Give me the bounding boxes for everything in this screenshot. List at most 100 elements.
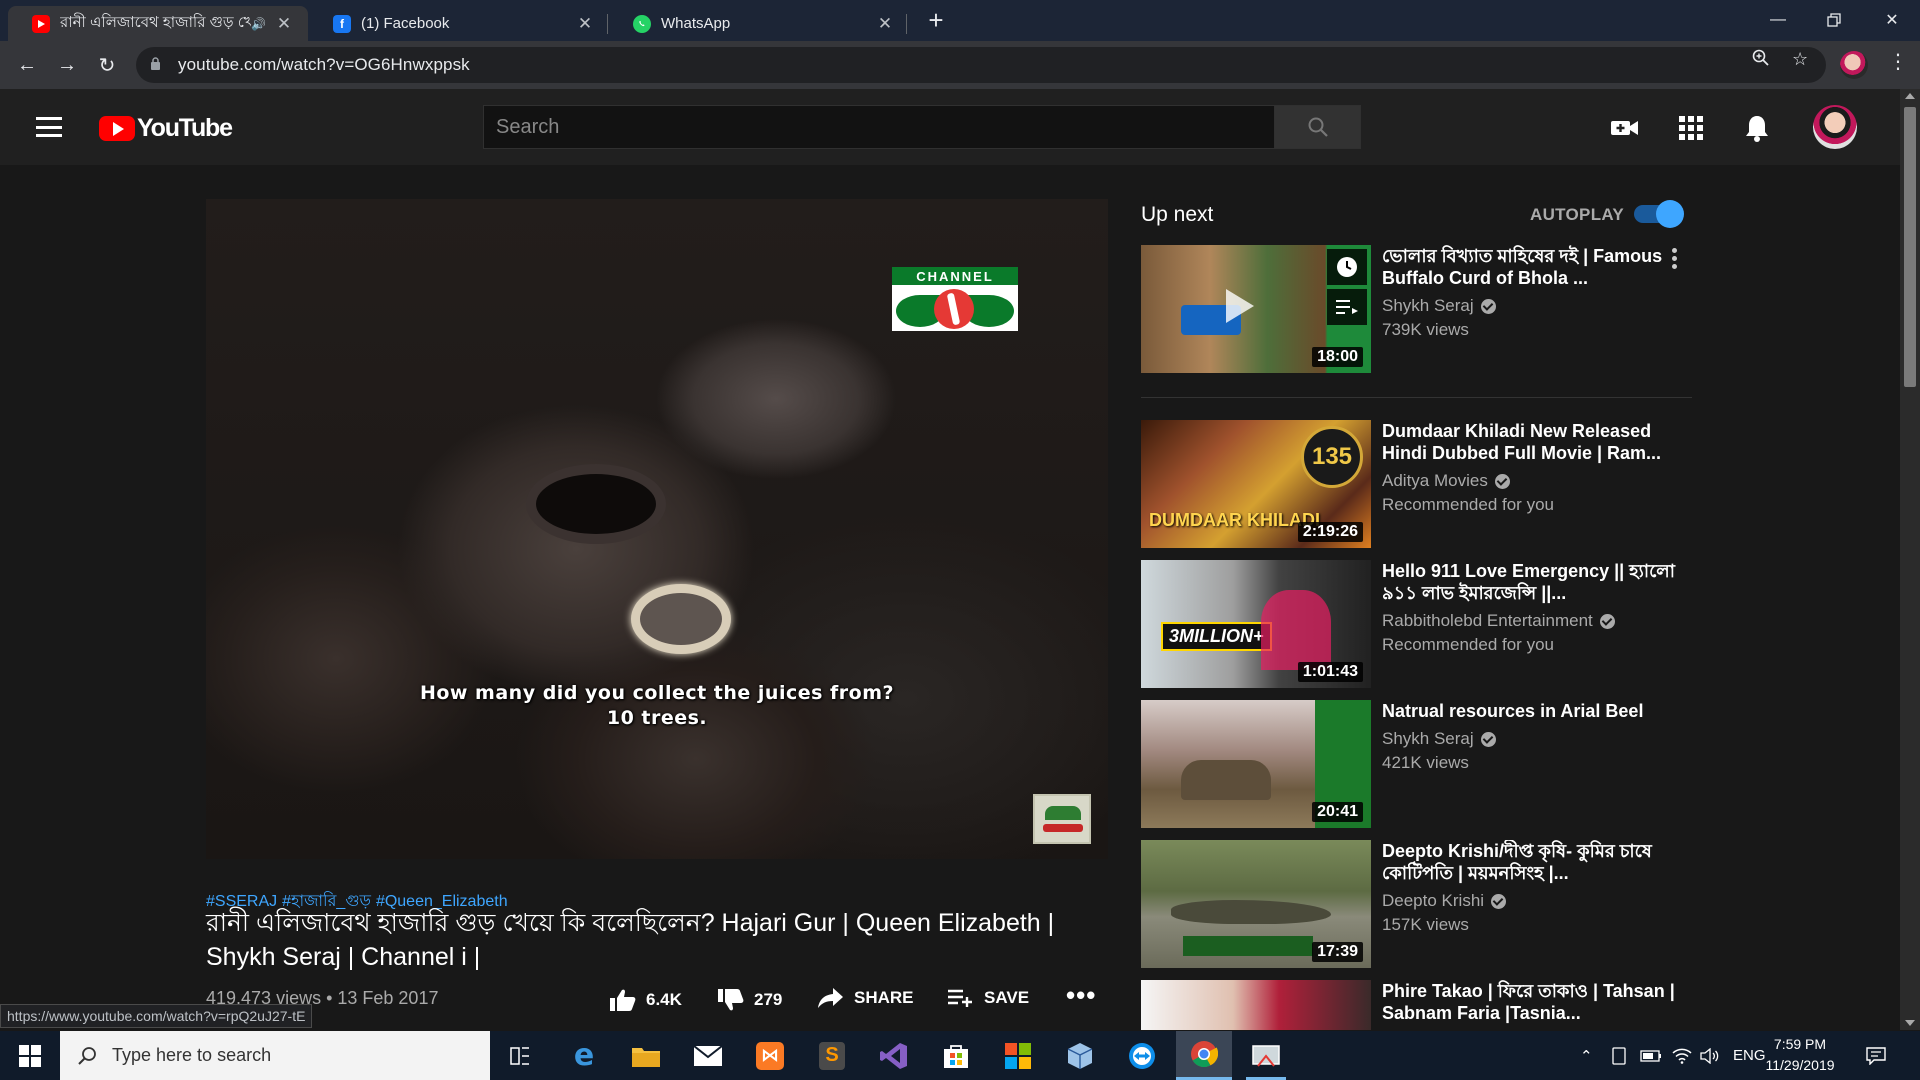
new-tab-button[interactable]: + bbox=[922, 5, 950, 35]
video-duration: 2:19:26 bbox=[1297, 522, 1363, 542]
youtube-logo[interactable]: YouTube bbox=[99, 114, 233, 143]
reload-icon[interactable]: ↻ bbox=[92, 50, 122, 80]
back-arrow-icon[interactable]: ← bbox=[12, 50, 42, 80]
subtitle-line-2: 10 trees. bbox=[606, 707, 708, 729]
address-bar[interactable]: youtube.com/watch?v=OG6Hnwxppsk bbox=[136, 47, 1826, 83]
watch-later-icon[interactable] bbox=[1327, 249, 1367, 285]
video-thumbnail[interactable]: 3MILLION+ 1:01:43 bbox=[1141, 560, 1371, 688]
virtualbox-icon[interactable] bbox=[1052, 1031, 1108, 1080]
browser-menu-icon[interactable]: ⋮ bbox=[1888, 49, 1908, 74]
user-avatar[interactable] bbox=[1813, 105, 1857, 149]
xampp-icon[interactable]: ⋈ bbox=[742, 1031, 798, 1080]
video-title: রানী এলিজাবেথ হাজারি গুড় খেয়ে কি বলেছি… bbox=[206, 909, 1055, 971]
dislike-button[interactable]: 279 bbox=[718, 988, 782, 1012]
facebook-favicon: f bbox=[333, 14, 351, 33]
visual-studio-icon[interactable] bbox=[866, 1031, 922, 1080]
system-clock[interactable]: 7:59 PM 11/29/2019 bbox=[1760, 1034, 1840, 1076]
tab-youtube[interactable]: রানী এলিজাবেথ হাজারি গুড় খে 🔊 ✕ bbox=[8, 6, 308, 41]
close-tab-icon[interactable]: ✕ bbox=[875, 14, 895, 34]
search-input[interactable]: Search bbox=[483, 105, 1274, 149]
video-thumbnail[interactable] bbox=[1141, 980, 1371, 1030]
snipping-tool-icon[interactable] bbox=[1238, 1031, 1294, 1080]
search-button[interactable] bbox=[1274, 105, 1361, 149]
video-thumbnail[interactable]: 135 DUMDAAR KHILADI 2:19:26 bbox=[1141, 420, 1371, 548]
file-explorer-icon[interactable] bbox=[618, 1031, 674, 1080]
like-button[interactable]: 6.4K bbox=[610, 988, 682, 1012]
forward-arrow-icon[interactable]: → bbox=[52, 50, 82, 80]
video-thumbnail[interactable]: 20:41 bbox=[1141, 700, 1371, 828]
volume-icon[interactable] bbox=[1700, 1031, 1720, 1080]
close-tab-icon[interactable]: ✕ bbox=[575, 14, 595, 34]
recommendation-item[interactable]: 17:39 Deepto Krishi/দীপ্ত কৃষি- কুমির চা… bbox=[1141, 840, 1701, 968]
action-center-icon[interactable] bbox=[1866, 1031, 1886, 1080]
video-thumbnail[interactable]: 17:39 bbox=[1141, 840, 1371, 968]
hamburger-menu-icon[interactable] bbox=[36, 117, 62, 137]
recommendation-item[interactable]: 3MILLION+ 1:01:43 Hello 911 Love Emergen… bbox=[1141, 560, 1701, 688]
battery-icon[interactable] bbox=[1640, 1031, 1662, 1080]
minimize-icon[interactable]: — bbox=[1750, 0, 1806, 40]
windows-start-icon[interactable] bbox=[0, 1031, 60, 1080]
microsoft-store-icon[interactable] bbox=[928, 1031, 984, 1080]
video-thumbnail[interactable]: 18:00 bbox=[1141, 245, 1371, 373]
channel-name: Rabbitholebd Entertainment bbox=[1382, 611, 1593, 630]
recommendation-title[interactable]: Deepto Krishi/দীপ্ত কৃষি- কুমির চাষে কোট… bbox=[1382, 840, 1682, 884]
notifications-bell-icon[interactable] bbox=[1742, 113, 1772, 143]
tab-facebook[interactable]: f (1) Facebook ✕ bbox=[309, 6, 609, 41]
teamviewer-icon[interactable] bbox=[1114, 1031, 1170, 1080]
search-placeholder: Search bbox=[496, 115, 560, 138]
recommendation-item[interactable]: 135 DUMDAAR KHILADI 2:19:26 Dumdaar Khil… bbox=[1141, 420, 1701, 548]
video-duration: 1:01:43 bbox=[1297, 662, 1363, 682]
recommendation-channel[interactable]: Deepto Krishi bbox=[1382, 891, 1507, 911]
recommendation-title[interactable]: Phire Takao | ফিরে তাকাও | Tahsan | Sabn… bbox=[1382, 980, 1682, 1024]
recommendation-title[interactable]: Natrual resources in Arial Beel bbox=[1382, 700, 1682, 722]
recommendation-item[interactable]: 20:41 Natrual resources in Arial Beel Sh… bbox=[1141, 700, 1701, 828]
bookmark-star-icon[interactable]: ☆ bbox=[1792, 49, 1808, 70]
more-actions-icon[interactable]: ••• bbox=[1066, 980, 1096, 1011]
more-options-icon[interactable] bbox=[1672, 248, 1678, 269]
task-view-icon[interactable] bbox=[492, 1031, 548, 1080]
restore-icon[interactable] bbox=[1806, 0, 1862, 40]
recommendation-title[interactable]: Hello 911 Love Emergency || হ্যালো ৯১১ ল… bbox=[1382, 560, 1682, 604]
video-duration: 20:41 bbox=[1312, 802, 1363, 822]
create-video-icon[interactable] bbox=[1610, 113, 1640, 143]
tablet-icon[interactable] bbox=[1612, 1031, 1626, 1080]
close-window-icon[interactable]: ✕ bbox=[1864, 0, 1920, 40]
add-to-queue-icon[interactable] bbox=[1327, 289, 1367, 325]
sublime-text-icon[interactable]: S bbox=[804, 1031, 860, 1080]
save-label: SAVE bbox=[984, 988, 1030, 1007]
taskbar-search-box[interactable]: Type here to search bbox=[60, 1031, 490, 1080]
speaker-icon[interactable]: 🔊 bbox=[251, 17, 266, 31]
scroll-down-arrow-icon[interactable] bbox=[1905, 1020, 1915, 1026]
share-button[interactable]: SHARE bbox=[818, 988, 914, 1008]
autoplay-toggle[interactable] bbox=[1634, 200, 1684, 228]
recommendation-channel[interactable]: Aditya Movies bbox=[1382, 471, 1510, 491]
recommendation-channel[interactable]: Rabbitholebd Entertainment bbox=[1382, 611, 1615, 631]
recommendation-channel[interactable]: Shykh Seraj bbox=[1382, 296, 1496, 316]
mail-icon[interactable] bbox=[680, 1031, 736, 1080]
edge-browser-icon[interactable]: e bbox=[556, 1031, 612, 1080]
scroll-up-arrow-icon[interactable] bbox=[1905, 93, 1915, 99]
apps-grid-icon[interactable] bbox=[1676, 113, 1706, 143]
recommendation-title[interactable]: Dumdaar Khiladi New Released Hindi Dubbe… bbox=[1382, 420, 1682, 464]
recommendation-title[interactable]: ভোলার বিখ্যাত মাহিষের দই | Famous Buffal… bbox=[1382, 245, 1682, 289]
channel-name: Deepto Krishi bbox=[1382, 891, 1485, 910]
recommendation-channel[interactable]: Shykh Seraj bbox=[1382, 729, 1496, 749]
whatsapp-favicon bbox=[633, 14, 651, 33]
verified-check-icon bbox=[1599, 613, 1615, 629]
search-icon bbox=[78, 1046, 96, 1065]
recommendation-item[interactable]: 18:00 ভোলার বিখ্যাত মাহিষের দই | Famous … bbox=[1141, 245, 1701, 373]
video-player[interactable]: CHANNEL How many did you collect the jui… bbox=[206, 199, 1108, 859]
show-hidden-icons[interactable]: ⌃ bbox=[1580, 1031, 1593, 1080]
close-tab-icon[interactable]: ✕ bbox=[274, 14, 294, 34]
chrome-icon[interactable] bbox=[1176, 1031, 1232, 1080]
wifi-icon[interactable] bbox=[1672, 1031, 1692, 1080]
zoom-icon[interactable] bbox=[1752, 49, 1770, 72]
browser-profile-avatar[interactable] bbox=[1840, 51, 1868, 79]
scrollbar-thumb[interactable] bbox=[1904, 107, 1916, 387]
tab-whatsapp[interactable]: WhatsApp ✕ bbox=[609, 6, 909, 41]
page-scrollbar[interactable] bbox=[1900, 89, 1920, 1030]
recommendation-item[interactable]: Phire Takao | ফিরে তাকাও | Tahsan | Sabn… bbox=[1141, 980, 1701, 1030]
microsoft-office-icon[interactable] bbox=[990, 1031, 1046, 1080]
save-button[interactable]: SAVE bbox=[948, 988, 1029, 1008]
add-to-playlist-icon bbox=[948, 989, 972, 1007]
